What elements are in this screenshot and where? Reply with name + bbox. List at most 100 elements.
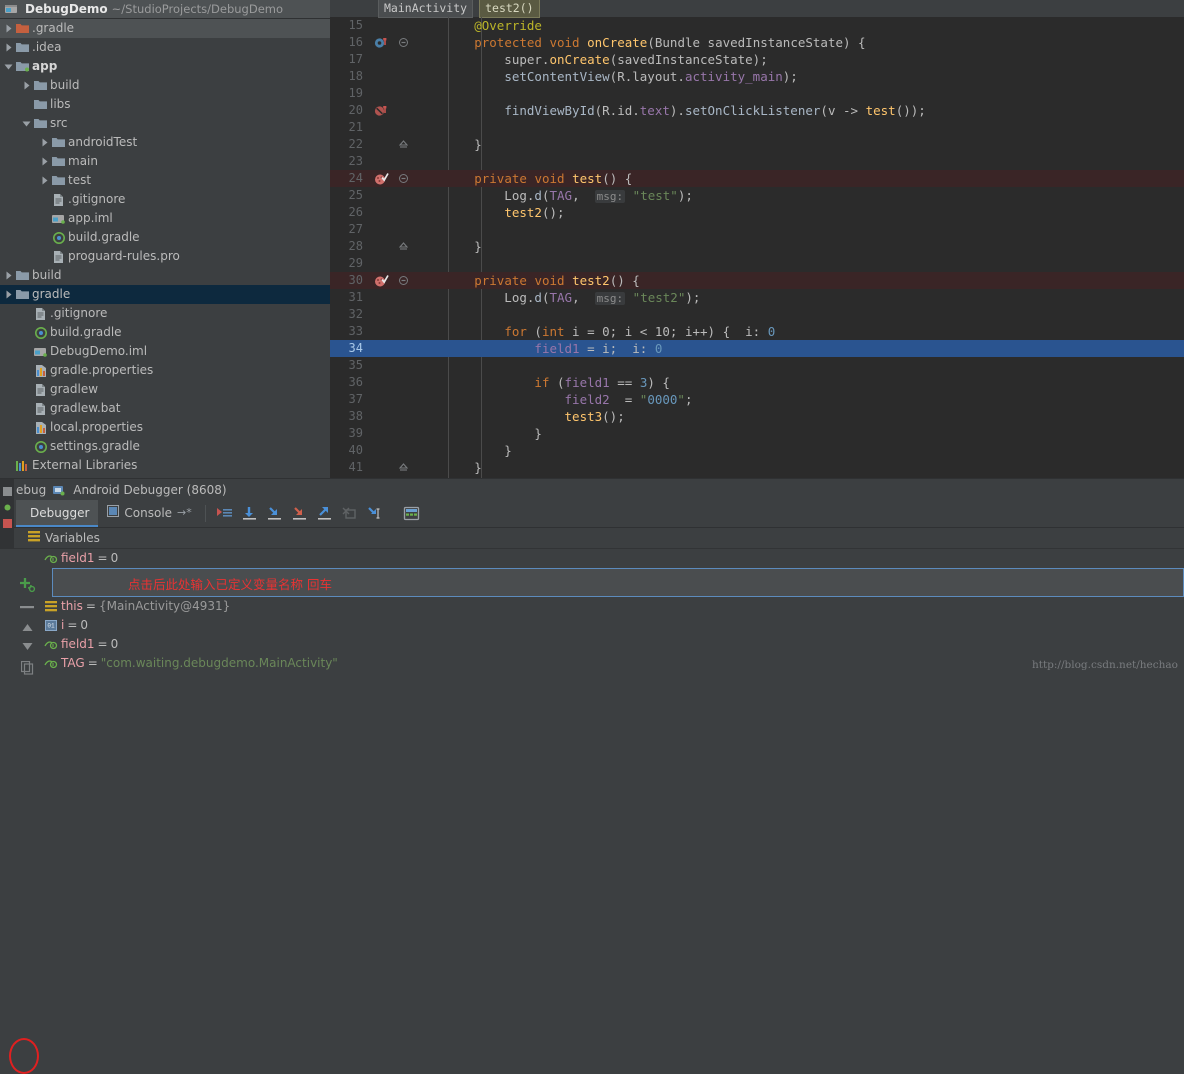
fold-close-icon[interactable]: [394, 238, 412, 255]
tree-item-build[interactable]: build: [0, 266, 330, 285]
strip-icon-2[interactable]: [3, 501, 12, 511]
fold-close-icon[interactable]: [394, 136, 412, 153]
tree-item-build-gradle[interactable]: build.gradle: [0, 228, 330, 247]
twisty-collapsed-icon[interactable]: [2, 290, 15, 299]
line-number[interactable]: 40: [330, 442, 368, 459]
variables-tree[interactable]: field1 = 0 this = {MainActivity@4931} 01 i = 0 fie…: [0, 549, 1184, 675]
fold-open-icon[interactable]: [394, 272, 412, 289]
line-number[interactable]: 39: [330, 425, 368, 442]
code-line[interactable]: 34 field1 = i; i: 0: [330, 340, 1184, 357]
twisty-collapsed-icon[interactable]: [2, 24, 15, 33]
code-line[interactable]: 37 field2 = "0000";: [330, 391, 1184, 408]
variable-row[interactable]: this = {MainActivity@4931}: [0, 597, 1184, 616]
line-number[interactable]: 30: [330, 272, 368, 289]
tree-item-libs[interactable]: libs: [0, 95, 330, 114]
twisty-collapsed-icon[interactable]: [38, 157, 51, 166]
twisty-collapsed-icon[interactable]: [2, 271, 15, 280]
bp-checked-icon[interactable]: [368, 170, 394, 187]
variable-row[interactable]: TAG = "com.waiting.debugdemo.MainActivity": [0, 654, 1184, 673]
line-number[interactable]: 33: [330, 323, 368, 340]
code-line[interactable]: 35: [330, 357, 1184, 374]
tree-item-build-gradle[interactable]: build.gradle: [0, 323, 330, 342]
code-line[interactable]: 32: [330, 306, 1184, 323]
tab-console[interactable]: Console →*: [98, 500, 200, 527]
step-out-icon[interactable]: [314, 503, 336, 525]
line-number[interactable]: 15: [330, 17, 368, 34]
line-number[interactable]: 21: [330, 119, 368, 136]
line-number[interactable]: 36: [330, 374, 368, 391]
line-number[interactable]: 26: [330, 204, 368, 221]
step-over-icon[interactable]: [239, 503, 261, 525]
fold-open-icon[interactable]: [394, 34, 412, 51]
twisty-collapsed-icon[interactable]: [20, 81, 33, 90]
fold-close-icon[interactable]: [394, 459, 412, 476]
show-execution-point-icon[interactable]: [214, 503, 236, 525]
move-up-button[interactable]: [17, 622, 37, 633]
copy-value-button[interactable]: [17, 661, 37, 675]
tree-item-build[interactable]: build: [0, 76, 330, 95]
line-number[interactable]: 18: [330, 68, 368, 85]
code-line[interactable]: 20 findViewById(R.id.text).setOnClickLis…: [330, 102, 1184, 119]
tree-item-local-properties[interactable]: local.properties: [0, 418, 330, 437]
bp-muted-icon[interactable]: [368, 102, 394, 119]
code-line[interactable]: 15 @Override: [330, 17, 1184, 34]
tree-item-settings-gradle[interactable]: settings.gradle: [0, 437, 330, 456]
debug-tabs-bar[interactable]: Debugger Console →*: [0, 500, 1184, 528]
code-line[interactable]: 31 Log.d(TAG, msg: "test2");: [330, 289, 1184, 306]
line-number[interactable]: 38: [330, 408, 368, 425]
line-number[interactable]: 34: [330, 340, 368, 357]
line-number[interactable]: 22: [330, 136, 368, 153]
watch-side-toolbar[interactable]: [14, 549, 40, 675]
tree-item-main[interactable]: main: [0, 152, 330, 171]
code-line[interactable]: 19: [330, 85, 1184, 102]
twisty-collapsed-icon[interactable]: [38, 138, 51, 147]
pin-tab-icon[interactable]: →*: [177, 506, 192, 519]
project-tree-rows[interactable]: .gradle .idea app build libs src androidTest ma…: [0, 19, 330, 475]
tree-item-gradle-properties[interactable]: gradle.properties: [0, 361, 330, 380]
line-number[interactable]: 29: [330, 255, 368, 272]
step-into-icon[interactable]: [264, 503, 286, 525]
line-number[interactable]: 32: [330, 306, 368, 323]
code-editor[interactable]: MainActivity test2() 15 @Override 16 prot…: [330, 0, 1184, 478]
strip-icon-3[interactable]: [2, 517, 12, 528]
remove-watch-button[interactable]: [17, 602, 37, 613]
line-number[interactable]: 25: [330, 187, 368, 204]
code-line[interactable]: 25 Log.d(TAG, msg: "test");: [330, 187, 1184, 204]
tree-item-proguard-rules-pro[interactable]: proguard-rules.pro: [0, 247, 330, 266]
tree-item--gitignore[interactable]: .gitignore: [0, 304, 330, 323]
tree-item-src[interactable]: src: [0, 114, 330, 133]
line-number[interactable]: 23: [330, 153, 368, 170]
debug-toolbar[interactable]: [210, 500, 423, 527]
code-line[interactable]: 30 private void test2() {: [330, 272, 1184, 289]
tree-item-app-iml[interactable]: app.iml: [0, 209, 330, 228]
line-number[interactable]: 27: [330, 221, 368, 238]
code-line[interactable]: 33 for (int i = 0; i < 10; i++) { i: 0: [330, 323, 1184, 340]
code-line[interactable]: 38 test3();: [330, 408, 1184, 425]
line-number[interactable]: 41: [330, 459, 368, 476]
twisty-expanded-icon[interactable]: [20, 120, 33, 128]
tree-item-app[interactable]: app: [0, 57, 330, 76]
tab-debugger[interactable]: Debugger: [16, 500, 99, 527]
tree-item--gradle[interactable]: .gradle: [0, 19, 330, 38]
line-number[interactable]: 24: [330, 170, 368, 187]
project-tree-panel[interactable]: DebugDemo ~/StudioProjects/DebugDemo .gr…: [0, 0, 330, 478]
line-number[interactable]: 20: [330, 102, 368, 119]
tree-item--gitignore[interactable]: .gitignore: [0, 190, 330, 209]
line-number[interactable]: 19: [330, 85, 368, 102]
twisty-collapsed-icon[interactable]: [38, 176, 51, 185]
project-root-row[interactable]: DebugDemo ~/StudioProjects/DebugDemo: [0, 0, 330, 19]
bp-disabled-icon[interactable]: [368, 34, 394, 51]
code-line[interactable]: 18 setContentView(R.layout.activity_main…: [330, 68, 1184, 85]
tree-item-test[interactable]: test: [0, 171, 330, 190]
tree-item-gradlew-bat[interactable]: gradlew.bat: [0, 399, 330, 418]
tree-item-gradle[interactable]: gradle: [0, 285, 330, 304]
strip-icon-1[interactable]: [2, 485, 12, 496]
code-line[interactable]: 23: [330, 153, 1184, 170]
force-step-into-icon[interactable]: [289, 503, 311, 525]
breadcrumb-item-method[interactable]: test2(): [479, 0, 540, 18]
tree-item--idea[interactable]: .idea: [0, 38, 330, 57]
code-line[interactable]: 39 }: [330, 425, 1184, 442]
line-number[interactable]: 28: [330, 238, 368, 255]
variable-row[interactable]: field1 = 0: [0, 549, 1184, 568]
code-line[interactable]: 16 protected void onCreate(Bundle savedI…: [330, 34, 1184, 51]
